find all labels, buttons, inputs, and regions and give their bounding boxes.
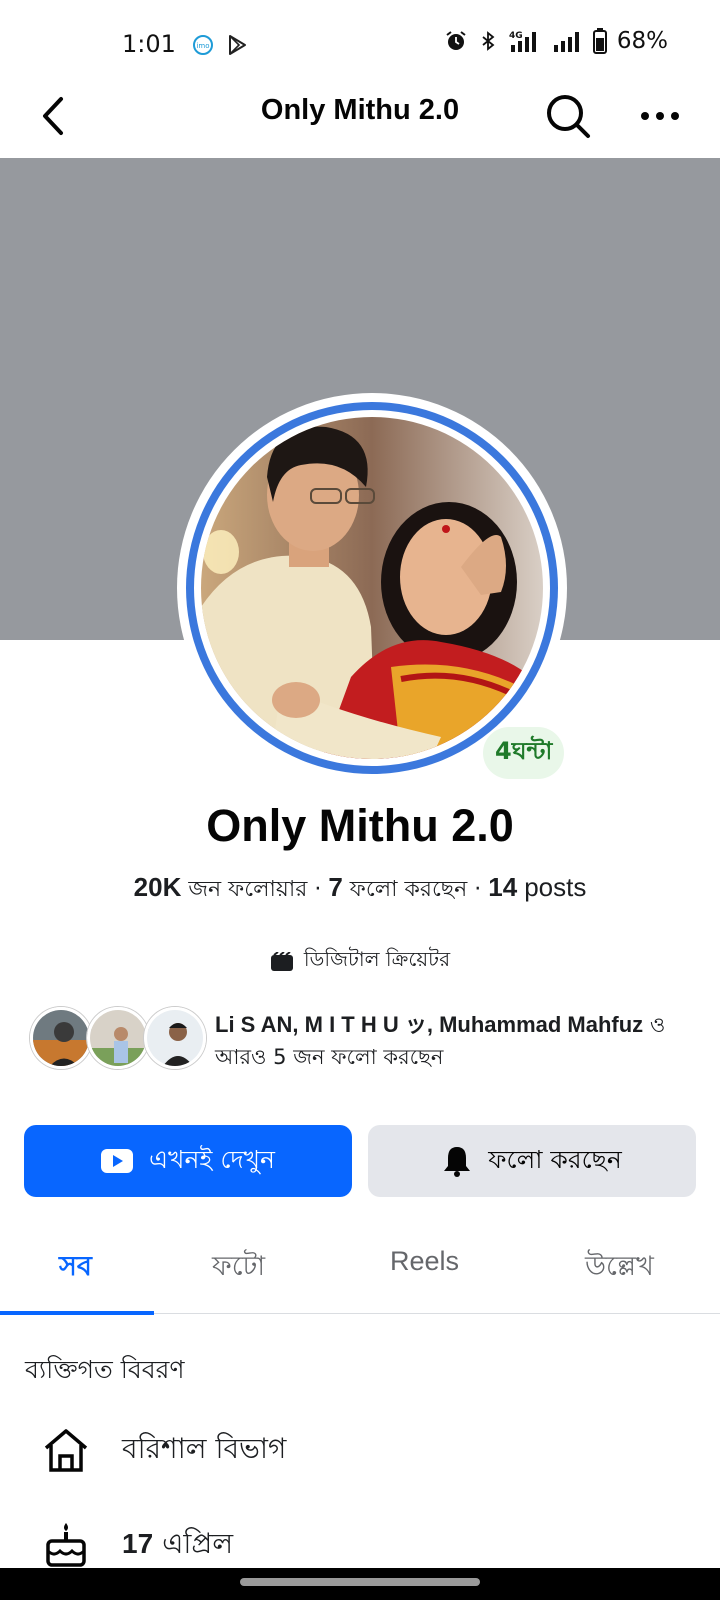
stats-separator: ·	[314, 877, 329, 902]
avatar[interactable]	[144, 1007, 206, 1069]
birthday-cake-icon	[40, 1519, 92, 1571]
avatar[interactable]	[30, 1007, 92, 1069]
birthday-text: 17 এপ্রিল	[122, 1522, 233, 1569]
imo-icon: imo	[193, 35, 213, 55]
app-header: Only Mithu 2.0	[0, 80, 720, 158]
signal-icon	[553, 32, 579, 52]
mutual-followers-text: Li S AN, M I T H U ッ, Muhammad Mahfuz ও …	[215, 1009, 705, 1073]
search-icon	[547, 95, 590, 138]
story-time-badge[interactable]: 4ঘন্টা	[483, 727, 565, 779]
youtube-play-icon	[101, 1149, 134, 1173]
location-text: বরিশাল বিভাগ	[122, 1431, 287, 1465]
birthday-month: এপ্রিল	[162, 1526, 234, 1560]
avatar[interactable]	[87, 1007, 149, 1069]
profile-picture[interactable]	[201, 417, 543, 759]
profile-tabs: সব ফটো Reels উল্লেখ	[0, 1232, 720, 1315]
battery-icon	[592, 28, 607, 54]
followers-count[interactable]: 20K	[134, 872, 182, 902]
header-title: Only Mithu 2.0	[260, 94, 460, 126]
profile-category: ডিজিটাল ক্রিয়েটর	[0, 945, 720, 978]
status-bar: 1:01 imo 4G 68%	[0, 0, 720, 90]
birthday-row: 17 এপ্রিল	[40, 1515, 700, 1575]
gesture-handle[interactable]	[240, 1578, 480, 1586]
following-label[interactable]: ফলো করছেন	[350, 877, 467, 902]
watch-now-button[interactable]: এখনই দেখুন	[24, 1125, 352, 1197]
bell-icon	[444, 1147, 471, 1177]
followers-label[interactable]: জন ফলোয়ার	[188, 877, 307, 902]
battery-level: 68%	[616, 28, 668, 54]
svg-text:4G: 4G	[509, 31, 523, 41]
4g-signal-icon: 4G	[509, 31, 536, 52]
mutual-followers[interactable]: Li S AN, M I T H U ッ, Muhammad Mahfuz ও …	[30, 1005, 700, 1075]
bluetooth-icon	[482, 31, 495, 51]
watch-now-label: এখনই দেখুন	[149, 1144, 275, 1174]
posts-count: 14	[488, 872, 518, 902]
posts-label: posts	[524, 872, 587, 902]
profile-photo-couple	[201, 417, 543, 759]
stats-separator: ·	[474, 877, 489, 902]
status-right: 4G 68%	[445, 28, 668, 54]
tab-photos[interactable]: ফটো	[212, 1246, 265, 1291]
alarm-icon	[446, 31, 466, 50]
profile-stats: 20K জন ফলোয়ার · 7 ফলো করছেন · 14 posts	[0, 872, 720, 909]
status-time: 1:01	[122, 30, 176, 58]
more-dots-icon	[641, 112, 679, 120]
location-row: বরিশাল বিভাগ	[40, 1420, 700, 1480]
tab-all[interactable]: সব	[59, 1246, 92, 1291]
profile-name: Only Mithu 2.0	[206, 800, 514, 851]
svg-text:imo: imo	[196, 42, 209, 50]
personal-details-title: ব্যক্তিগত বিবরণ	[25, 1355, 185, 1384]
system-nav-bar	[0, 1568, 720, 1600]
mutual-names[interactable]: Li S AN, M I T H U ッ, Muhammad Mahfuz	[215, 1012, 643, 1037]
home-icon	[40, 1424, 92, 1476]
active-tab-indicator	[0, 1311, 154, 1315]
following-label: ফলো করছেন	[488, 1144, 622, 1174]
following-count[interactable]: 7	[328, 872, 342, 902]
birthday-day: 17	[122, 1527, 154, 1559]
category-label: ডিজিটাল ক্রিয়েটর	[303, 947, 451, 971]
following-button[interactable]: ফলো করছেন	[368, 1125, 696, 1197]
play-store-icon	[229, 35, 246, 55]
tab-reels[interactable]: Reels	[390, 1246, 459, 1277]
tab-mentions[interactable]: উল্লেখ	[585, 1246, 654, 1291]
search-button[interactable]	[540, 88, 596, 144]
more-options-button[interactable]	[632, 88, 688, 144]
video-camera-icon	[270, 951, 293, 971]
